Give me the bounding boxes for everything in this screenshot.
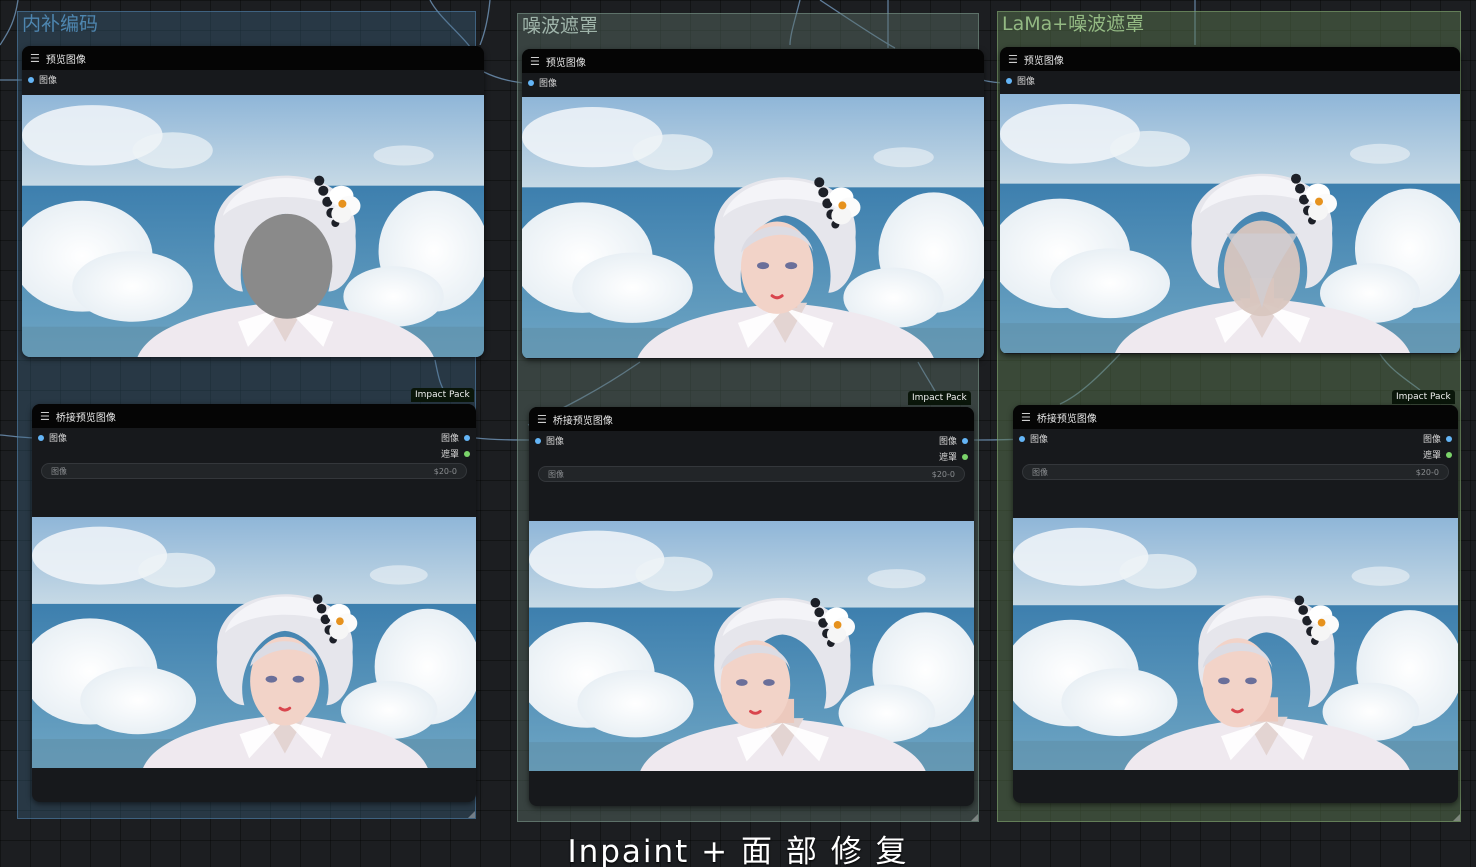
- node-header[interactable]: ☰ 桥接预览图像: [1013, 405, 1458, 429]
- image-input-socket[interactable]: [528, 79, 534, 86]
- output-mask-label: 遮罩: [938, 453, 957, 463]
- widget-label: 图像: [1032, 467, 1048, 477]
- input-label: 图像: [1030, 435, 1049, 445]
- node-title: 桥接预览图像: [55, 412, 116, 424]
- slot-row-mask: 遮罩: [1013, 445, 1458, 461]
- group-resize-handle[interactable]: [971, 814, 978, 821]
- mask-output-socket[interactable]: [464, 450, 470, 457]
- output-mask-label: 遮罩: [1422, 451, 1441, 461]
- impact-pack-badge: Impact Pack: [411, 388, 474, 402]
- image-output-socket[interactable]: [1446, 435, 1452, 442]
- image-widget[interactable]: 图像 $20-0: [538, 466, 965, 482]
- node-title: 预览图像: [545, 57, 586, 69]
- hamburger-menu-icon[interactable]: ☰: [1021, 412, 1031, 423]
- output-mask-label: 遮罩: [440, 450, 459, 460]
- widget-label: 图像: [548, 469, 564, 479]
- input-slot-row: 图像: [1000, 71, 1460, 87]
- hamburger-menu-icon[interactable]: ☰: [1008, 54, 1018, 65]
- node-header[interactable]: ☰ 预览图像: [22, 46, 484, 70]
- image-input-socket[interactable]: [1006, 77, 1012, 84]
- preview-image-noise-mask-face: [522, 97, 984, 358]
- slot-row-mask: 遮罩: [529, 447, 974, 463]
- group-resize-handle[interactable]: [468, 811, 475, 818]
- image-input-socket[interactable]: [28, 76, 34, 83]
- group-title[interactable]: 内补编码: [22, 12, 98, 36]
- output-image-label: 图像: [440, 434, 459, 444]
- image-widget[interactable]: 图像 $20-0: [41, 463, 467, 479]
- widget-value: $20-0: [433, 466, 457, 476]
- preview-image-node[interactable]: ☰ 预览图像 图像: [522, 49, 984, 359]
- preview-image-lama-blurred-face: [1000, 94, 1460, 353]
- bridge-preview-image: [1013, 518, 1458, 770]
- impact-pack-badge: Impact Pack: [1392, 390, 1455, 404]
- preview-image-node[interactable]: ☰ 预览图像 图像: [22, 46, 484, 357]
- node-title: 预览图像: [45, 54, 86, 66]
- bridge-preview-image: [32, 517, 476, 768]
- input-slot-row: 图像: [522, 73, 984, 89]
- preview-image-node[interactable]: ☰ 预览图像 图像: [1000, 47, 1460, 354]
- bridge-preview-image-node[interactable]: ☰ 桥接预览图像 图像 图像 遮罩 图像 $20-0: [32, 404, 476, 802]
- group-title[interactable]: 噪波遮罩: [522, 14, 598, 38]
- input-slot-row: 图像: [22, 70, 484, 86]
- node-header[interactable]: ☰ 预览图像: [522, 49, 984, 73]
- group-title[interactable]: LaMa+噪波遮罩: [1002, 12, 1144, 36]
- bridge-preview-image-node[interactable]: ☰ 桥接预览图像 图像 图像 遮罩 图像 $20-0: [529, 407, 974, 806]
- image-input-socket[interactable]: [535, 437, 541, 444]
- node-header[interactable]: ☰ 桥接预览图像: [32, 404, 476, 428]
- bridge-preview-image: [529, 521, 974, 771]
- widget-value: $20-0: [1415, 467, 1439, 477]
- slot-row-image: 图像 图像: [529, 431, 974, 447]
- image-output-socket[interactable]: [464, 434, 470, 441]
- node-header[interactable]: ☰ 预览图像: [1000, 47, 1460, 71]
- preview-image-masked-face: [22, 95, 484, 357]
- input-label: 图像: [546, 437, 565, 447]
- node-title: 桥接预览图像: [1036, 413, 1097, 425]
- input-label: 图像: [49, 434, 68, 444]
- group-resize-handle[interactable]: [1453, 814, 1460, 821]
- bridge-preview-image-node[interactable]: ☰ 桥接预览图像 图像 图像 遮罩 图像 $20-0: [1013, 405, 1458, 803]
- hamburger-menu-icon[interactable]: ☰: [30, 53, 40, 64]
- output-image-label: 图像: [1422, 435, 1441, 445]
- node-header[interactable]: ☰ 桥接预览图像: [529, 407, 974, 431]
- hamburger-menu-icon[interactable]: ☰: [40, 411, 50, 422]
- caption-text: Inpaint + 面 部 修 复: [567, 834, 909, 867]
- hamburger-menu-icon[interactable]: ☰: [537, 414, 547, 425]
- node-title: 桥接预览图像: [552, 415, 613, 427]
- node-title: 预览图像: [1023, 55, 1064, 67]
- output-image-label: 图像: [938, 437, 957, 447]
- input-label: 图像: [1017, 77, 1036, 87]
- image-input-socket[interactable]: [38, 434, 44, 441]
- widget-value: $20-0: [931, 469, 955, 479]
- mask-output-socket[interactable]: [962, 453, 968, 460]
- image-output-socket[interactable]: [962, 437, 968, 444]
- slot-row-image: 图像 图像: [1013, 429, 1458, 445]
- slot-row-image: 图像 图像: [32, 428, 476, 444]
- hamburger-menu-icon[interactable]: ☰: [530, 56, 540, 67]
- slot-row-mask: 遮罩: [32, 444, 476, 460]
- mask-output-socket[interactable]: [1446, 451, 1452, 458]
- input-label: 图像: [39, 76, 58, 86]
- image-input-socket[interactable]: [1019, 435, 1025, 442]
- widget-label: 图像: [51, 466, 67, 476]
- impact-pack-badge: Impact Pack: [908, 391, 971, 405]
- image-widget[interactable]: 图像 $20-0: [1022, 464, 1449, 480]
- input-label: 图像: [539, 79, 558, 89]
